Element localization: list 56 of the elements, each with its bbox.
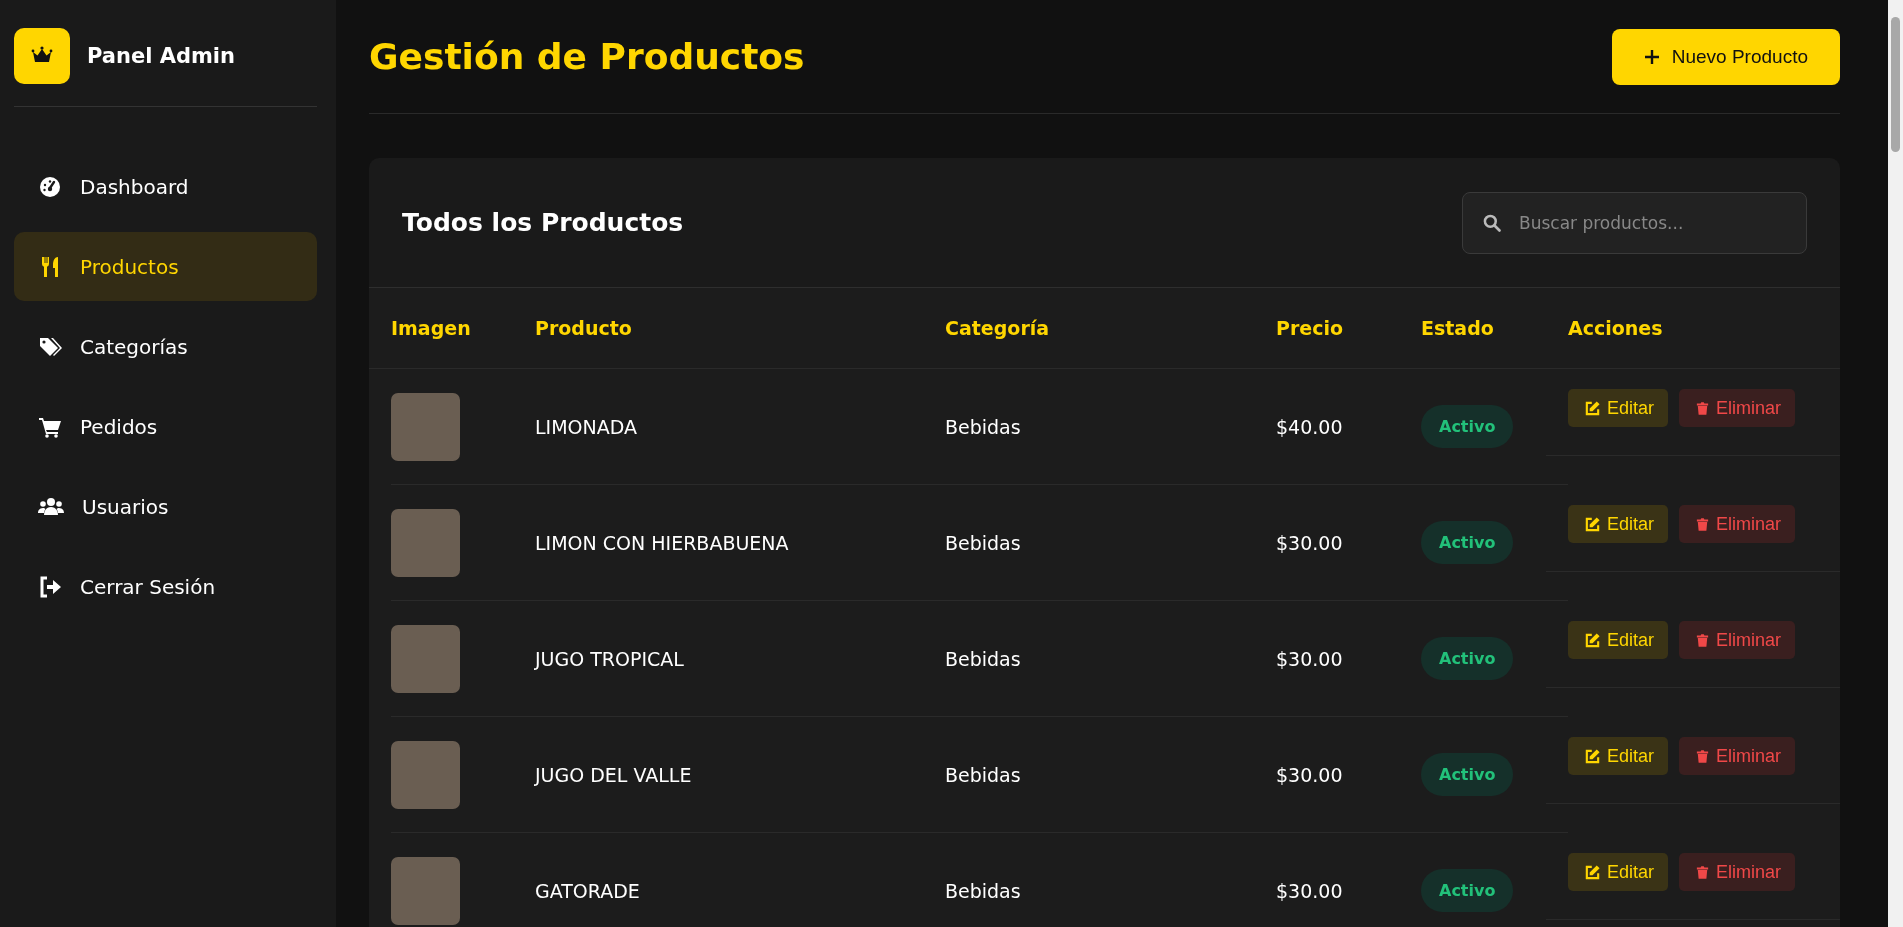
nav-item[interactable]: Productos xyxy=(14,232,317,301)
status-badge: Activo xyxy=(1421,637,1514,680)
column-header: Producto xyxy=(535,317,633,339)
page-title: Gestión de Productos xyxy=(369,36,805,77)
trash-icon xyxy=(1695,631,1711,649)
column-header: Estado xyxy=(1421,317,1495,339)
photo-placeholder xyxy=(391,856,460,925)
nav-item[interactable]: Pedidos xyxy=(14,392,317,461)
nav-item[interactable]: Usuarios xyxy=(14,472,317,541)
status-badge: Activo xyxy=(1421,405,1514,448)
photo-placeholder xyxy=(391,740,460,809)
status-badge: Activo xyxy=(1421,753,1514,796)
price-text: $30.00 xyxy=(1276,833,1421,927)
photo-placeholder xyxy=(391,392,460,461)
nav-item[interactable]: Cerrar Sesión xyxy=(14,552,317,621)
scrollbar-thumb[interactable] xyxy=(1891,17,1900,152)
status-badge: Activo xyxy=(1421,521,1514,564)
plus-icon xyxy=(1643,48,1660,65)
trash-icon xyxy=(1695,515,1711,533)
delete-button[interactable]: Eliminar xyxy=(1679,621,1796,659)
column-header: Imagen xyxy=(391,317,472,339)
card-title: Todos los Productos xyxy=(402,208,684,237)
edit-button[interactable]: Editar xyxy=(1568,737,1669,775)
trash-icon xyxy=(1695,747,1711,765)
photo-placeholder xyxy=(391,508,460,577)
scrollbar[interactable] xyxy=(1888,0,1903,927)
delete-button[interactable]: Eliminar xyxy=(1679,389,1796,427)
edit-icon xyxy=(1584,399,1601,417)
edit-icon xyxy=(1584,863,1601,881)
delete-button[interactable]: Eliminar xyxy=(1679,737,1796,775)
edit-button[interactable]: Editar xyxy=(1568,621,1669,659)
gauge-icon xyxy=(38,174,62,199)
photo-placeholder xyxy=(391,624,460,693)
edit-button[interactable]: Editar xyxy=(1568,505,1669,543)
exit-icon xyxy=(38,574,62,599)
nav-item[interactable]: Categorías xyxy=(14,312,317,381)
new-product-button[interactable]: Nuevo Producto xyxy=(1611,28,1840,85)
column-header: Acciones xyxy=(1568,317,1664,339)
edit-icon xyxy=(1584,631,1601,649)
column-header: Precio xyxy=(1276,317,1344,339)
brand-title: Panel Admin xyxy=(87,44,235,68)
search-field[interactable]: Buscar productos... xyxy=(1462,191,1807,254)
status-badge: Activo xyxy=(1421,869,1514,912)
category-text: Bebidas xyxy=(945,833,1276,927)
column-header: Categoría xyxy=(945,317,1051,339)
edit-icon xyxy=(1584,747,1601,765)
edit-button[interactable]: Editar xyxy=(1568,389,1669,427)
product-name: GATORADE xyxy=(535,833,945,927)
edit-button[interactable]: Editar xyxy=(1568,853,1669,891)
delete-button[interactable]: Eliminar xyxy=(1679,853,1796,891)
trash-icon xyxy=(1695,399,1711,417)
trash-icon xyxy=(1695,863,1711,881)
nav-item[interactable]: Dashboard xyxy=(14,152,317,221)
edit-icon xyxy=(1584,515,1601,533)
crown-icon xyxy=(14,28,70,84)
delete-button[interactable]: Eliminar xyxy=(1679,505,1796,543)
